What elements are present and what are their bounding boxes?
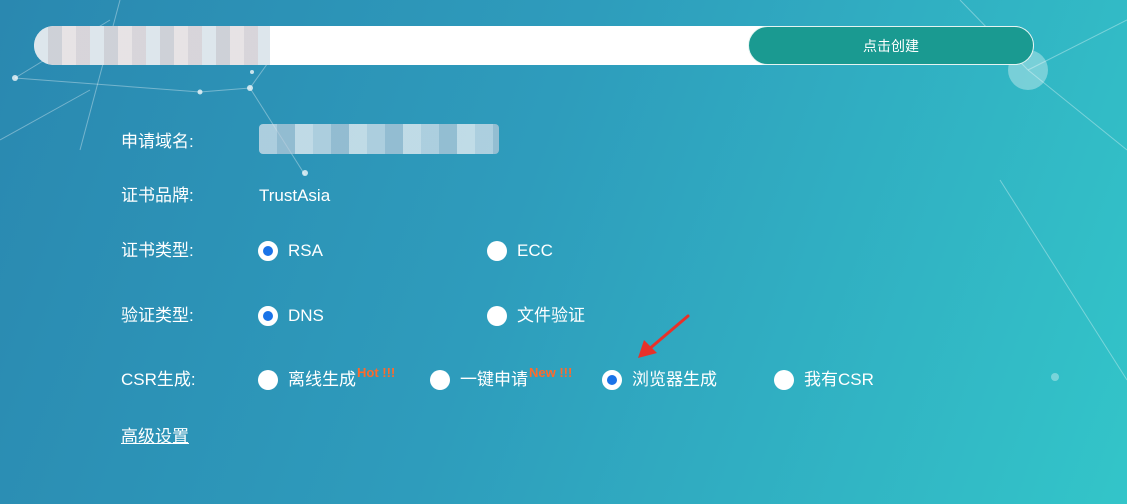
csr-option-browser[interactable]: 浏览器生成: [602, 368, 717, 392]
cert-type-option-ecc[interactable]: ECC: [487, 239, 553, 263]
option-label: 文件验证: [517, 306, 585, 325]
verify-type-option-file[interactable]: 文件验证: [487, 304, 585, 328]
redacted-domain-value: [259, 124, 499, 154]
redacted-search-text: [34, 26, 270, 65]
option-label: 浏览器生成: [632, 370, 717, 389]
radio-button[interactable]: [487, 306, 507, 326]
verify-type-option-dns[interactable]: DNS: [258, 304, 324, 328]
radio-button[interactable]: [258, 306, 278, 326]
advanced-settings-link[interactable]: 高级设置: [121, 425, 189, 449]
option-label: RSA: [288, 241, 323, 260]
radio-button[interactable]: [258, 370, 278, 390]
csr-label: CSR生成:: [121, 370, 196, 389]
cert-type-option-rsa[interactable]: RSA: [258, 239, 323, 263]
option-label: 离线生成: [288, 370, 356, 389]
radio-button[interactable]: [430, 370, 450, 390]
csr-option-offline[interactable]: 离线生成 Hot !!!: [258, 364, 396, 392]
verify-type-label: 验证类型:: [121, 306, 194, 325]
csr-option-one-click[interactable]: 一键申请 New !!!: [430, 364, 573, 392]
option-label: DNS: [288, 306, 324, 325]
brand-label: 证书品牌:: [121, 186, 194, 205]
search-bar: 点击创建: [34, 26, 1034, 65]
domain-label: 申请域名:: [121, 132, 194, 151]
option-label: ECC: [517, 241, 553, 260]
brand-value: TrustAsia: [259, 186, 331, 205]
new-tag: New !!!: [529, 364, 573, 380]
radio-button[interactable]: [602, 370, 622, 390]
create-button[interactable]: 点击创建: [748, 26, 1034, 65]
radio-button[interactable]: [258, 241, 278, 261]
radio-button[interactable]: [774, 370, 794, 390]
red-arrow-icon: [638, 314, 690, 358]
radio-button[interactable]: [487, 241, 507, 261]
option-label: 我有CSR: [804, 370, 874, 389]
cert-type-label: 证书类型:: [121, 241, 194, 260]
csr-option-own-csr[interactable]: 我有CSR: [774, 368, 874, 392]
option-label: 一键申请: [460, 370, 528, 389]
hot-tag: Hot !!!: [357, 364, 396, 380]
